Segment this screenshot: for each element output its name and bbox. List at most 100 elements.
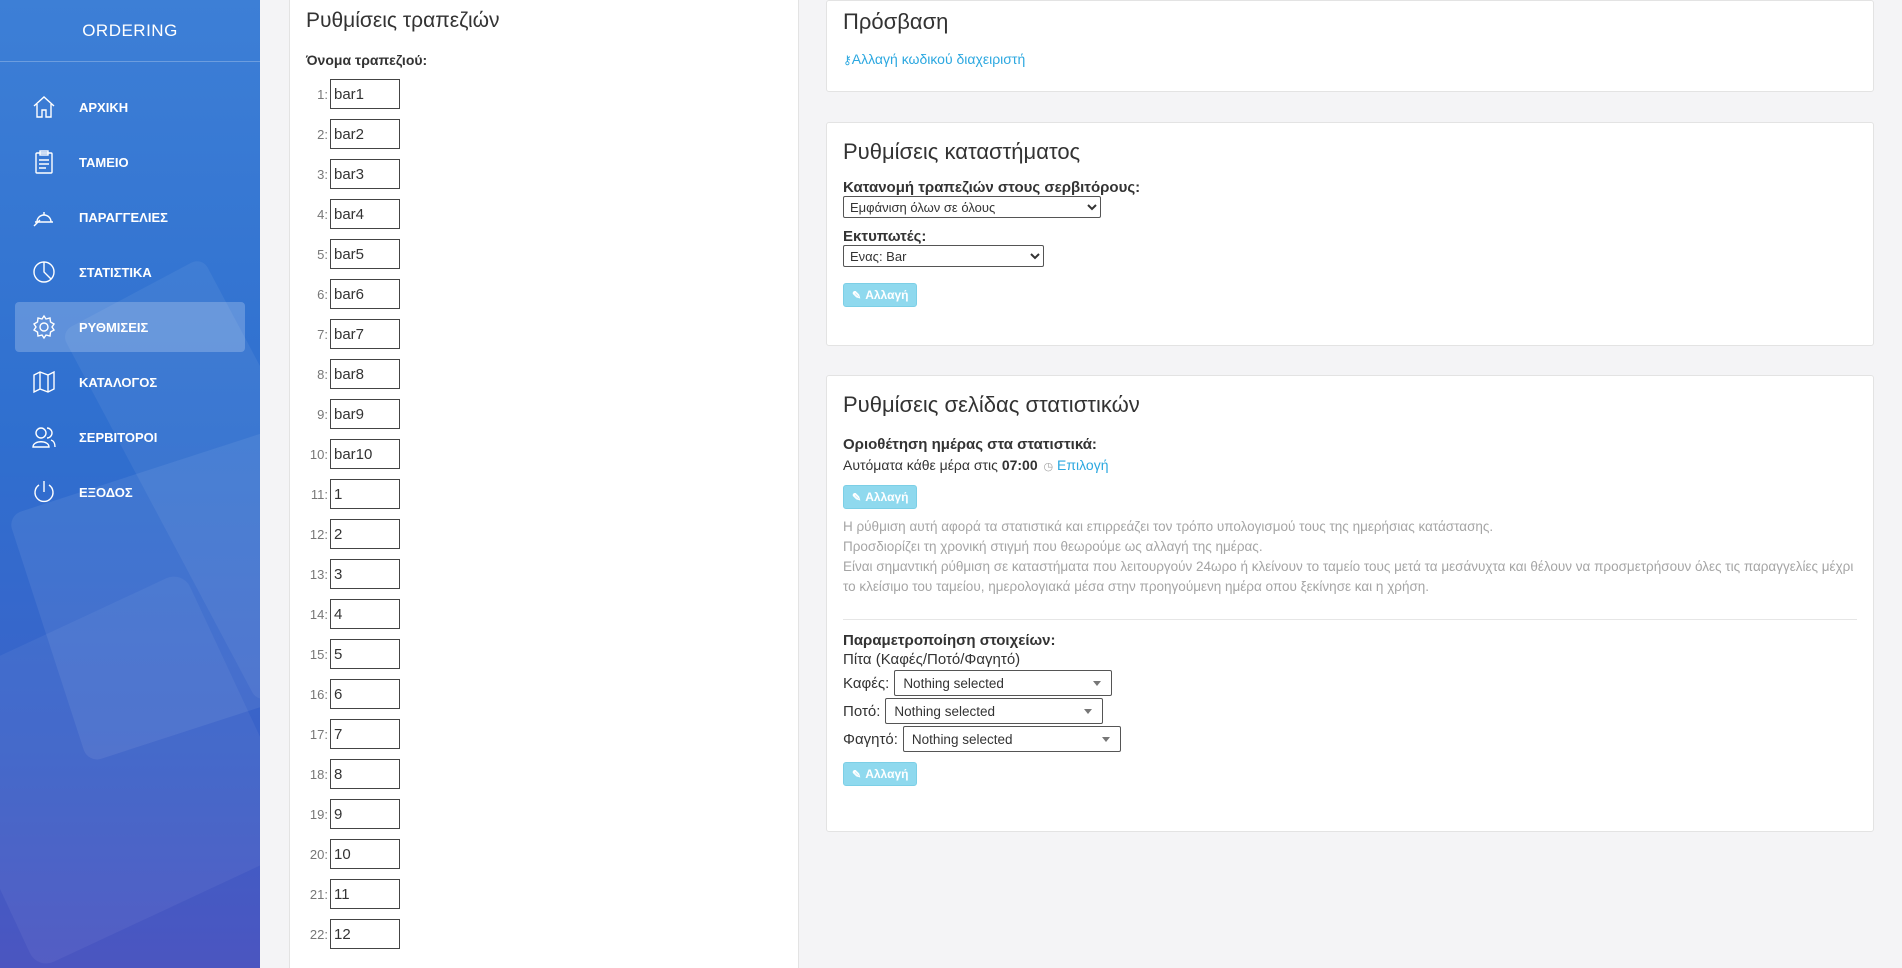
day-boundary-label: Οριοθέτηση ημέρας στα στατιστικά: bbox=[843, 436, 1097, 453]
stats-settings-card: Ρυθμίσεις σελίδας στατιστικών Οριοθέτηση… bbox=[826, 375, 1874, 832]
sidebar-item-statistics[interactable]: ΣΤΑΤΙΣΤΙΚΑ bbox=[15, 247, 245, 297]
table-name-input[interactable] bbox=[330, 679, 400, 709]
table-name-input[interactable] bbox=[330, 799, 400, 829]
sidebar-item-catalog[interactable]: ΚΑΤΑΛΟΓΟΣ bbox=[15, 357, 245, 407]
sidebar: ORDERING ΑΡΧΙΚΗ ΤΑΜΕΙΟ ΠΑΡΑΓΓΕΛΙΕΣ ΣΤΑΤΙ… bbox=[0, 0, 260, 968]
table-row: 10: bbox=[290, 434, 798, 474]
table-row: 21: bbox=[290, 874, 798, 914]
table-name-input[interactable] bbox=[330, 559, 400, 589]
table-name-list: 1: 2: 3: 4: 5: 6: 7: 8: 9: 10: 11: 12: 13: 14: 15: 16: 1… bbox=[290, 74, 798, 954]
sidebar-item-label: ΕΞΟΔΟΣ bbox=[79, 484, 133, 500]
table-number: 20: bbox=[309, 846, 328, 862]
table-row: 9: bbox=[290, 394, 798, 434]
table-name-input[interactable] bbox=[330, 439, 400, 469]
table-row: 5: bbox=[290, 234, 798, 274]
table-number: 7: bbox=[317, 326, 328, 342]
food-multiselect[interactable]: Nothing selected bbox=[902, 726, 1121, 752]
service-bell-icon bbox=[31, 204, 57, 230]
table-name-input[interactable] bbox=[330, 119, 400, 149]
drink-multiselect[interactable]: Nothing selected bbox=[885, 698, 1104, 724]
divider bbox=[843, 619, 1857, 620]
table-number: 1: bbox=[317, 86, 328, 102]
table-name-input[interactable] bbox=[330, 399, 400, 429]
caret-down-icon bbox=[1093, 680, 1102, 686]
table-row: 11: bbox=[290, 474, 798, 514]
table-row: 3: bbox=[290, 154, 798, 194]
table-number: 2: bbox=[317, 126, 328, 142]
table-name-input[interactable] bbox=[330, 79, 400, 109]
table-row: 18: bbox=[290, 754, 798, 794]
sidebar-item-label: ΚΑΤΑΛΟΓΟΣ bbox=[79, 374, 158, 390]
table-name-input[interactable] bbox=[330, 519, 400, 549]
sidebar-item-home[interactable]: ΑΡΧΙΚΗ bbox=[15, 82, 245, 132]
table-row: 15: bbox=[290, 634, 798, 674]
sidebar-item-label: ΡΥΘΜΙΣΕΙΣ bbox=[79, 319, 149, 335]
table-name-input[interactable] bbox=[330, 359, 400, 389]
table-row: 17: bbox=[290, 714, 798, 754]
table-name-input[interactable] bbox=[330, 199, 400, 229]
map-icon bbox=[31, 369, 57, 395]
table-distribution-select[interactable]: Εμφάνιση όλων σε όλους bbox=[843, 196, 1101, 218]
table-row: 16: bbox=[290, 674, 798, 714]
table-number: 19: bbox=[309, 806, 328, 822]
table-number: 18: bbox=[309, 766, 328, 782]
sidebar-nav: ΑΡΧΙΚΗ ΤΑΜΕΙΟ ΠΑΡΑΓΓΕΛΙΕΣ ΣΤΑΤΙΣΤΙΚΑ ΡΥΘ… bbox=[0, 82, 260, 517]
table-number: 17: bbox=[309, 726, 328, 742]
stats-params-change-button[interactable]: ✎ Αλλαγή bbox=[843, 762, 918, 786]
sidebar-item-logout[interactable]: ΕΞΟΔΟΣ bbox=[15, 467, 245, 517]
table-name-label: Όνομα τραπεζιού: bbox=[306, 52, 428, 68]
table-number: 3: bbox=[317, 166, 328, 182]
table-name-input[interactable] bbox=[330, 279, 400, 309]
table-row: 19: bbox=[290, 794, 798, 834]
day-boundary-text: Αυτόματα κάθε μέρα στις 07:00 ◷ Επιλογή bbox=[843, 457, 1109, 473]
sidebar-item-label: ΤΑΜΕΙΟ bbox=[79, 154, 129, 170]
help-text: Η ρύθμιση αυτή αφορά τα στατιστικά και ε… bbox=[843, 519, 1854, 594]
table-number: 12: bbox=[309, 526, 328, 542]
day-boundary-time: 07:00 bbox=[1001, 457, 1038, 473]
table-name-input[interactable] bbox=[330, 759, 400, 789]
table-number: 14: bbox=[309, 606, 328, 622]
table-distribution-label: Κατανομή τραπεζιών στους σερβιτόρους: bbox=[843, 179, 1141, 196]
table-name-input[interactable] bbox=[330, 599, 400, 629]
table-name-input[interactable] bbox=[330, 919, 400, 949]
table-row: 6: bbox=[290, 274, 798, 314]
table-number: 8: bbox=[317, 366, 328, 382]
sidebar-item-cashier[interactable]: ΤΑΜΕΙΟ bbox=[15, 137, 245, 187]
stats-settings-title: Ρυθμίσεις σελίδας στατιστικών bbox=[843, 392, 1140, 417]
table-name-input[interactable] bbox=[330, 719, 400, 749]
table-row: 22: bbox=[290, 914, 798, 954]
table-number: 4: bbox=[317, 206, 328, 222]
table-name-input[interactable] bbox=[330, 879, 400, 909]
edit-icon: ✎ bbox=[852, 491, 862, 504]
sidebar-item-waiters[interactable]: ΣΕΡΒΙΤΟΡΟΙ bbox=[15, 412, 245, 462]
printers-select[interactable]: Ενας: Bar bbox=[843, 245, 1044, 267]
table-name-input[interactable] bbox=[330, 639, 400, 669]
printers-label: Εκτυπωτές: bbox=[843, 228, 927, 245]
caret-down-icon bbox=[1084, 708, 1093, 714]
sidebar-item-label: ΠΑΡΑΓΓΕΛΙΕΣ bbox=[79, 209, 168, 225]
drink-label: Ποτό: bbox=[843, 702, 881, 720]
sidebar-item-settings[interactable]: ΡΥΘΜΙΣΕΙΣ bbox=[15, 302, 245, 352]
table-name-input[interactable] bbox=[330, 839, 400, 869]
table-number: 16: bbox=[309, 686, 328, 702]
table-number: 13: bbox=[309, 566, 328, 582]
edit-icon: ✎ bbox=[852, 768, 862, 781]
choose-time-link[interactable]: Επιλογή bbox=[1057, 457, 1108, 473]
brand-logo[interactable]: ORDERING bbox=[0, 0, 260, 62]
table-number: 5: bbox=[317, 246, 328, 262]
table-name-input[interactable] bbox=[330, 239, 400, 269]
table-row: 7: bbox=[290, 314, 798, 354]
table-name-input[interactable] bbox=[330, 319, 400, 349]
change-admin-password-link[interactable]: ⚷Αλλαγή κωδικού διαχειριστή bbox=[843, 51, 1025, 67]
sidebar-item-orders[interactable]: ΠΑΡΑΓΓΕΛΙΕΣ bbox=[15, 192, 245, 242]
coffee-multiselect[interactable]: Nothing selected bbox=[894, 670, 1113, 696]
sidebar-item-label: ΑΡΧΙΚΗ bbox=[79, 99, 129, 115]
table-number: 10: bbox=[309, 446, 328, 462]
table-number: 9: bbox=[317, 406, 328, 422]
store-change-button[interactable]: ✎ Αλλαγή bbox=[843, 283, 918, 307]
stats-day-change-button[interactable]: ✎ Αλλαγή bbox=[843, 485, 918, 509]
table-name-input[interactable] bbox=[330, 479, 400, 509]
table-name-input[interactable] bbox=[330, 159, 400, 189]
table-row: 14: bbox=[290, 594, 798, 634]
table-row: 13: bbox=[290, 554, 798, 594]
